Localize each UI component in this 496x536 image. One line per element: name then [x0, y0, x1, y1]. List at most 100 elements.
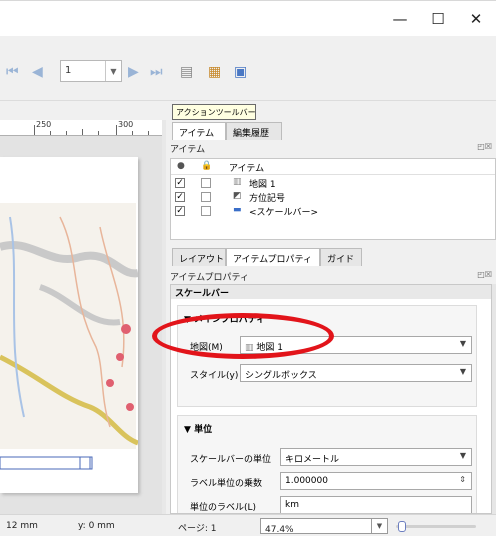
item-label: 地図 1	[249, 180, 276, 190]
layout-canvas[interactable]	[0, 136, 162, 514]
items-panel-title: アイテム	[170, 145, 206, 155]
page-number-value: 1	[65, 65, 72, 76]
tab-label: 編集履歴	[233, 129, 270, 139]
layout-page	[0, 157, 138, 493]
first-page-icon[interactable]: ⏮	[6, 64, 19, 80]
zoom-input[interactable]: 47.4%	[260, 518, 372, 535]
ruler-label: 300	[118, 120, 134, 129]
scalebar-unit-combobox[interactable]: キロメートル ▼	[280, 448, 472, 466]
tab-guides[interactable]: ガイド	[320, 248, 362, 266]
units-label: 単位	[194, 425, 213, 435]
label-multiplier-label: ラベル単位の乗数	[190, 479, 263, 489]
visibility-checkbox[interactable]: ✓	[175, 178, 185, 188]
maximize-icon: ☐	[431, 10, 445, 28]
print-icon[interactable]: ▤	[180, 64, 193, 80]
ruler-tick	[66, 131, 67, 135]
unit-label-input[interactable]: km	[280, 496, 472, 513]
tab-item-properties[interactable]: アイテムプロパティ	[226, 248, 320, 266]
zoom-slider[interactable]	[396, 521, 476, 532]
close-button[interactable]: ✕	[456, 1, 496, 37]
items-column-header: アイテム	[229, 164, 265, 174]
lock-column-icon: 🔒	[201, 161, 213, 171]
list-item[interactable]: ✓ ▬ <スケールバー>	[171, 205, 495, 219]
scalebar-item-icon: ▬	[233, 205, 242, 215]
unit-label-value: km	[285, 500, 299, 510]
style-combobox-value: シングルボックス	[245, 371, 317, 381]
scalebar-item-preview[interactable]	[0, 456, 93, 470]
list-item[interactable]: ✓ ◩ 方位記号	[171, 191, 495, 205]
minimize-icon: —	[392, 10, 408, 28]
item-properties-panel-title: アイテムプロパティ	[170, 273, 250, 283]
map-point	[106, 379, 114, 387]
items-list[interactable]: ● 🔒 アイテム ✓ ▥ 地図 1 ✓ ◩ 方位記号 ✓ ▬ <スケールバー>	[170, 158, 496, 240]
tab-label: レイアウト	[179, 255, 225, 265]
properties-scrollbar[interactable]	[492, 284, 496, 514]
label-multiplier-value: 1.000000	[285, 476, 328, 486]
atlas-export-icon[interactable]: ▦	[208, 64, 221, 80]
scalebar-section-header: スケールバー	[171, 285, 491, 299]
map-point	[116, 353, 124, 361]
ruler-label: 250	[36, 120, 52, 129]
window-titlebar: — ☐ ✕	[0, 0, 496, 36]
ruler-tick	[50, 131, 51, 135]
visibility-checkbox[interactable]: ✓	[175, 192, 185, 202]
cursor-y-readout: y: 0 mm	[78, 521, 115, 531]
units-title[interactable]: ▼ 単位	[184, 422, 212, 435]
map-item-icon: ▥	[233, 177, 242, 187]
tab-layout[interactable]: レイアウト	[172, 248, 226, 266]
ruler-tick	[34, 125, 35, 135]
maximize-button[interactable]: ☐	[418, 1, 458, 37]
scalebar-unit-label: スケールバーの単位	[190, 455, 272, 465]
next-page-icon[interactable]: ▶	[128, 64, 139, 80]
ruler-tick	[98, 131, 99, 135]
atlas-settings-icon[interactable]: ▣	[234, 64, 247, 80]
panel-float-close-icons[interactable]: ◰☒	[477, 142, 492, 151]
panel-float-close-icons[interactable]: ◰☒	[477, 270, 492, 279]
chevron-down-icon: ▼	[459, 451, 466, 460]
map-point	[126, 403, 134, 411]
last-page-icon[interactable]: ⏭	[150, 64, 163, 80]
visibility-checkbox[interactable]: ✓	[175, 206, 185, 216]
scalebar-unit-value: キロメートル	[285, 455, 340, 465]
item-label: 方位記号	[249, 194, 286, 204]
ruler-tick	[132, 131, 133, 135]
zoom-dropdown-icon[interactable]: ▼	[372, 518, 388, 534]
tooltip-text: アクションツールバー	[176, 108, 256, 117]
tab-undo-history[interactable]: 編集履歴	[226, 122, 282, 140]
map-point	[121, 324, 131, 334]
tab-label: アイテムプロパティ	[233, 255, 313, 265]
items-list-header: ● 🔒 アイテム	[171, 159, 495, 175]
list-item[interactable]: ✓ ▥ 地図 1	[171, 177, 495, 191]
action-toolbar-tooltip: アクションツールバー	[172, 104, 256, 120]
lock-checkbox[interactable]	[201, 178, 211, 188]
style-field-label: スタイル(y)	[190, 371, 239, 381]
page-readout: ページ: 1	[178, 524, 217, 534]
tab-label: アイテム	[179, 129, 215, 139]
page-number-spinbox[interactable]: 1 ▼	[60, 60, 122, 82]
style-combobox[interactable]: シングルボックス ▼	[240, 364, 472, 382]
horizontal-ruler: 250 300	[0, 120, 162, 136]
atlas-toolbar: ⏮ ◀ 1 ▼ ▶ ⏭ ▤ ▦ ▣	[0, 36, 496, 100]
units-group: ▼ 単位 スケールバーの単位 キロメートル ▼ ラベル単位の乗数 1.00000…	[177, 415, 477, 513]
close-icon: ✕	[469, 10, 483, 28]
zoom-slider-handle[interactable]	[398, 521, 406, 532]
status-bar: 12 mm y: 0 mm ページ: 1 47.4% ▼	[0, 514, 496, 536]
previous-page-icon[interactable]: ◀	[32, 64, 43, 80]
lock-checkbox[interactable]	[201, 192, 211, 202]
chevron-down-icon: ▼	[459, 367, 466, 376]
zoom-value: 47.4%	[265, 525, 294, 535]
ruler-tick	[82, 129, 83, 135]
highlight-ellipse	[152, 313, 334, 359]
tab-items[interactable]: アイテム	[172, 122, 226, 140]
minimize-button[interactable]: —	[380, 1, 420, 37]
page-spin-dropdown-icon[interactable]: ▼	[105, 61, 121, 81]
spin-arrows-icon[interactable]: ⇕	[459, 475, 466, 484]
collapse-triangle-icon: ▼	[184, 425, 195, 435]
ruler-tick	[148, 131, 149, 135]
lock-checkbox[interactable]	[201, 206, 211, 216]
north-arrow-item-icon: ◩	[233, 191, 242, 201]
label-multiplier-spinbox[interactable]: 1.000000 ⇕	[280, 472, 472, 490]
unit-label-field-label: 単位のラベル(L)	[190, 503, 257, 513]
map-item-preview[interactable]	[0, 157, 138, 493]
tab-label: ガイド	[327, 255, 355, 265]
